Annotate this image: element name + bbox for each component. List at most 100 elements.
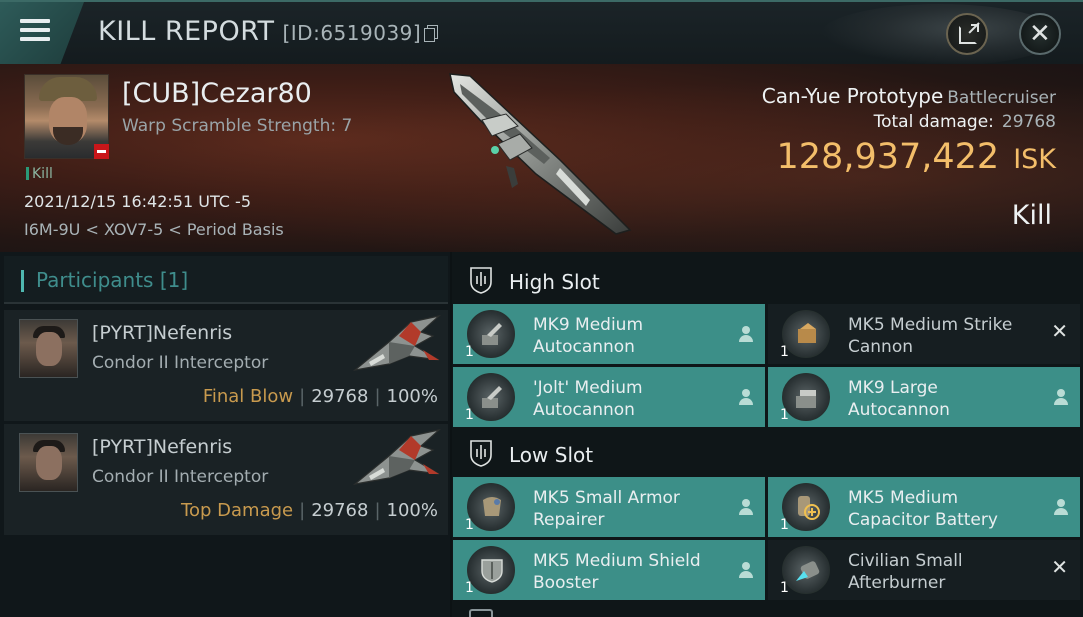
- participant-ship: Condor II Interceptor: [92, 467, 269, 487]
- autocannon-icon: [467, 310, 515, 358]
- warp-scramble-strength: Warp Scramble Strength: 7: [122, 116, 353, 136]
- x-icon: ✕: [1051, 555, 1068, 579]
- module-quantity: 1: [465, 344, 474, 360]
- share-icon: [959, 24, 979, 44]
- person-icon: [1054, 499, 1068, 515]
- close-icon: ✕: [1029, 19, 1051, 49]
- module-item[interactable]: 1 MK5 Small Armor Repairer: [453, 477, 765, 537]
- module-name: MK9 Large Autocannon: [848, 378, 950, 420]
- share-button[interactable]: [946, 13, 988, 55]
- participant-ship-image[interactable]: [349, 312, 445, 382]
- fitting-panel: High Slot 1 MK9 Medium Autocannon 1 MK5 …: [452, 252, 1083, 617]
- module-item[interactable]: 1 Civilian Small Afterburner ✕: [768, 540, 1080, 600]
- stats-separator: |: [374, 500, 381, 521]
- x-icon: ✕: [1051, 319, 1068, 343]
- participant-avatar[interactable]: [19, 433, 78, 492]
- stats-separator: |: [299, 500, 306, 521]
- participant-row[interactable]: [PYRT]Nefenris Condor II Interceptor Top…: [4, 424, 448, 536]
- avatar-face: [36, 446, 62, 480]
- kill-datetime: 2021/12/15 16:42:51 UTC -5: [24, 192, 252, 211]
- total-damage: Total damage: 29768: [874, 112, 1056, 132]
- window-title: KILL REPORT [ID:6519039]: [98, 16, 439, 47]
- module-name: Civilian Small Afterburner: [848, 551, 963, 593]
- capacitor-battery-icon: [782, 483, 830, 531]
- kill-tag: Kill: [26, 166, 53, 182]
- module-quantity: 1: [465, 517, 474, 533]
- afterburner-icon: [782, 546, 830, 594]
- module-name: MK5 Medium Capacitor Battery: [848, 488, 998, 530]
- participant-row[interactable]: [PYRT]Nefenris Condor II Interceptor Fin…: [4, 310, 448, 422]
- kill-result: Kill: [1011, 200, 1052, 231]
- isk-amount: 128,937,422: [776, 137, 1000, 177]
- participant-percent: 100%: [386, 500, 438, 521]
- ship-name-text: Can-Yue Prototype: [761, 84, 944, 108]
- module-quantity: 1: [780, 580, 789, 596]
- participants-panel: Participants [1] [PYRT]Nefenris Condor I…: [0, 252, 450, 617]
- module-name: MK5 Medium Strike Cannon: [848, 315, 1013, 357]
- report-id: [ID:6519039]: [282, 21, 422, 45]
- victim-banner: Kill [CUB]Cezar80 Warp Scramble Strength…: [0, 64, 1083, 252]
- participants-title: Participants [1]: [36, 268, 189, 292]
- participant-role: Final Blow: [202, 386, 294, 407]
- participant-name[interactable]: [PYRT]Nefenris: [92, 436, 232, 458]
- module-name: MK5 Medium Shield Booster: [533, 551, 701, 593]
- participant-damage: 29768: [311, 500, 369, 521]
- menu-button[interactable]: [0, 2, 84, 64]
- person-icon: [739, 326, 753, 342]
- module-item[interactable]: 1 MK5 Medium Capacitor Battery: [768, 477, 1080, 537]
- module-quantity: 1: [780, 517, 789, 533]
- hamburger-menu-icon-bar: [20, 28, 50, 32]
- shield-booster-icon: [467, 546, 515, 594]
- person-icon: [739, 499, 753, 515]
- strike-cannon-icon: [782, 310, 830, 358]
- avatar-beard: [53, 127, 83, 145]
- large-autocannon-icon: [782, 373, 830, 421]
- stats-separator: |: [299, 386, 306, 407]
- high-slot-header: High Slot: [452, 256, 1083, 304]
- person-icon: [739, 389, 753, 405]
- kill-tag-label: Kill: [32, 166, 53, 182]
- avatar-face: [36, 332, 62, 366]
- module-item[interactable]: 1 MK9 Large Autocannon: [768, 367, 1080, 427]
- participant-ship-image[interactable]: [349, 426, 445, 496]
- low-slot-header: Low Slot: [452, 429, 1083, 477]
- autocannon-icon: [467, 373, 515, 421]
- standing-minus-icon: [94, 144, 109, 159]
- title-text: KILL REPORT: [98, 16, 275, 47]
- total-damage-value: 29768: [1001, 112, 1056, 132]
- victim-ship-image[interactable]: [440, 70, 650, 240]
- module-item[interactable]: 1 MK5 Medium Strike Cannon ✕: [768, 304, 1080, 364]
- person-icon: [739, 562, 753, 578]
- participant-damage: 29768: [311, 386, 369, 407]
- participants-accent-bar: [21, 270, 24, 292]
- kill-location[interactable]: I6M-9U < XOV7-5 < Period Basis: [24, 220, 284, 239]
- participants-header: Participants [1]: [4, 256, 448, 304]
- hamburger-menu-icon: [20, 19, 50, 23]
- module-item[interactable]: 1 MK5 Medium Shield Booster: [453, 540, 765, 600]
- close-button[interactable]: ✕: [1019, 13, 1061, 55]
- participant-ship: Condor II Interceptor: [92, 353, 269, 373]
- participant-role: Top Damage: [181, 500, 294, 521]
- module-quantity: 1: [780, 344, 789, 360]
- victim-ship[interactable]: Can-Yue Prototype Battlecruiser: [762, 84, 1056, 108]
- module-name: MK5 Small Armor Repairer: [533, 488, 680, 530]
- participant-percent: 100%: [386, 386, 438, 407]
- participant-avatar[interactable]: [19, 319, 78, 378]
- module-quantity: 1: [465, 580, 474, 596]
- participant-stats: Top Damage | 29768 | 100%: [181, 500, 438, 521]
- module-item[interactable]: 1 MK9 Medium Autocannon: [453, 304, 765, 364]
- victim-name[interactable]: [CUB]Cezar80: [122, 78, 312, 109]
- module-name: 'Jolt' Medium Autocannon: [533, 378, 643, 420]
- module-quantity: 1: [780, 407, 789, 423]
- ship-class: Battlecruiser: [947, 88, 1056, 108]
- module-name: MK9 Medium Autocannon: [533, 315, 644, 357]
- kill-report-window: KILL REPORT [ID:6519039] ✕ Kill [CUB]Ceza…: [0, 0, 1083, 617]
- shield-slot-icon: [470, 267, 492, 294]
- copy-icon[interactable]: [424, 25, 439, 42]
- next-slot-header-partial: [469, 609, 493, 617]
- module-item[interactable]: 1 'Jolt' Medium Autocannon: [453, 367, 765, 427]
- shield-slot-icon: [470, 440, 492, 467]
- participant-name[interactable]: [PYRT]Nefenris: [92, 322, 232, 344]
- isk-value: 128,937,422 ISK: [777, 137, 1056, 177]
- isk-unit: ISK: [1013, 144, 1056, 175]
